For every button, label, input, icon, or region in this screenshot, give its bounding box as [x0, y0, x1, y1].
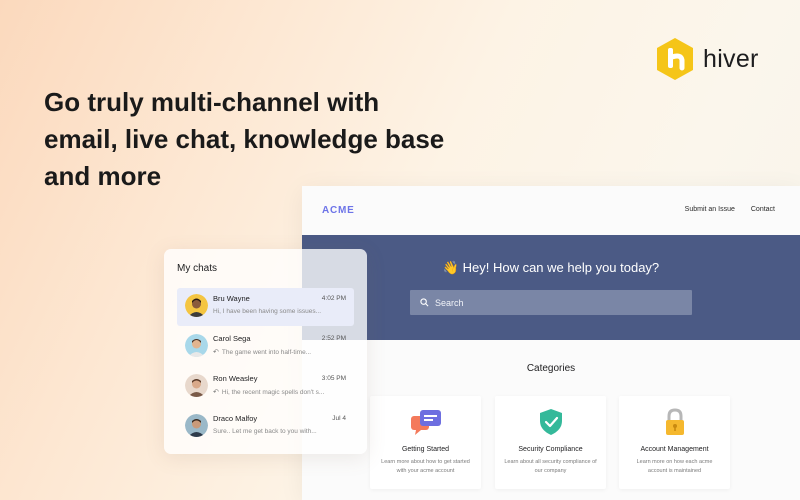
chat-time: 4:02 PM: [321, 295, 346, 302]
my-chats-panel: My chats Bru Wayne 4:02 PM Hi, I have be…: [164, 249, 367, 454]
categories-title: Categories: [526, 363, 576, 374]
chat-item-carol-sega[interactable]: Carol Sega 2:52 PM ↶ The game went into h…: [177, 328, 354, 366]
headline-line: email, live chat, knowledge base: [44, 124, 445, 154]
help-nav: Submit an Issue Contact: [685, 206, 775, 213]
avatar: [185, 334, 208, 357]
chat-name: Draco Malfoy: [213, 414, 258, 423]
chat-name: Bru Wayne: [213, 294, 250, 303]
acme-logo[interactable]: ACME: [322, 205, 355, 216]
category-security-compliance[interactable]: Security Compliance Learn about all secu…: [495, 396, 606, 489]
hero-banner: 👋 Hey! How can we help you today? Search: [302, 235, 800, 340]
category-title: Security Compliance: [518, 446, 583, 453]
chat-preview-row: ↶ Hi, the recent magic spells don't s...: [213, 388, 324, 396]
category-account-management[interactable]: Account Management Learn more on how eac…: [619, 396, 730, 489]
category-getting-started[interactable]: Getting Started Learn more about how to …: [370, 396, 481, 489]
headline-line: Go truly multi-channel with: [44, 87, 380, 117]
chat-time: 3:05 PM: [321, 375, 346, 382]
search-icon: [420, 298, 429, 307]
hiver-logo-icon: [657, 38, 693, 80]
reply-icon: ↶: [213, 349, 219, 356]
chat-preview: Sure.. Let me get back to you with...: [213, 428, 317, 435]
submit-issue-link[interactable]: Submit an Issue: [685, 206, 735, 213]
chat-preview-row: ↶ The game went into half-time...: [213, 348, 311, 356]
chat-time: 2:52 PM: [321, 335, 346, 342]
category-title: Account Management: [640, 446, 709, 453]
chat-bubbles-icon: [411, 410, 441, 435]
reply-icon: ↶: [213, 389, 219, 396]
search-input[interactable]: Search: [410, 290, 692, 315]
hero-title: 👋 Hey! How can we help you today?: [442, 260, 660, 275]
chat-item-bru-wayne[interactable]: Bru Wayne 4:02 PM Hi, I have been having…: [177, 288, 354, 326]
chat-name: Carol Sega: [213, 334, 251, 343]
shield-check-icon: [540, 409, 562, 435]
hiver-logo: hiver: [655, 37, 759, 81]
chat-item-draco-malfoy[interactable]: Draco Malfoy Jul 4 Sure.. Let me get bac…: [177, 408, 354, 446]
help-center-card: ACME Submit an Issue Contact 👋 Hey! How …: [302, 186, 800, 500]
chat-preview: Hi, I have been having some issues...: [213, 308, 322, 315]
help-center-header: ACME Submit an Issue Contact: [302, 186, 800, 235]
contact-link[interactable]: Contact: [751, 206, 775, 213]
brand-name: hiver: [703, 44, 759, 73]
avatar: [185, 374, 208, 397]
chat-preview: The game went into half-time...: [221, 349, 312, 356]
my-chats-title: My chats: [177, 263, 218, 274]
headline: Go truly multi-channel with email, live …: [44, 84, 504, 195]
category-desc: Learn more on how each acme account is m…: [636, 459, 713, 474]
chat-name: Ron Weasley: [213, 374, 258, 383]
search-placeholder: Search: [435, 297, 464, 308]
chat-preview: Hi, the recent magic spells don't s...: [221, 389, 325, 396]
category-title: Getting Started: [401, 446, 450, 453]
padlock-icon: [666, 408, 684, 435]
category-desc: Learn more about how to get started with…: [381, 459, 470, 474]
chat-time: Jul 4: [332, 415, 346, 422]
avatar: [185, 414, 208, 437]
avatar: [185, 294, 208, 317]
chat-item-ron-weasley[interactable]: Ron Weasley 3:05 PM ↶ Hi, the recent magi…: [177, 368, 354, 406]
category-desc: Learn about all security compliance of o…: [504, 459, 597, 474]
